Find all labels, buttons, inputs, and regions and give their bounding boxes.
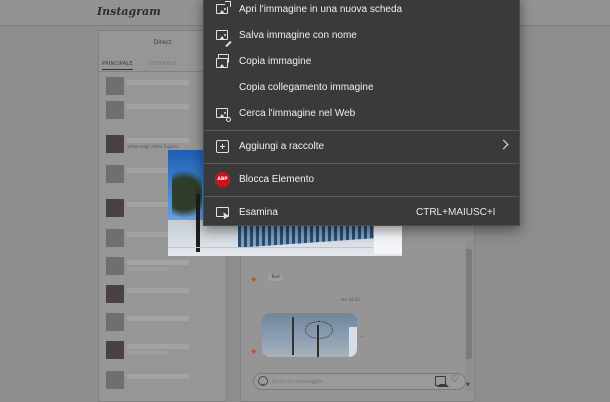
conversation-item[interactable]: [103, 339, 223, 361]
scroll-down-arrow-icon[interactable]: ▼: [466, 382, 470, 388]
avatar: [106, 257, 124, 275]
chevron-right-icon: [498, 139, 509, 150]
search-image-icon: [216, 107, 231, 122]
like-heart-icon[interactable]: ♡: [450, 374, 459, 386]
avatar: [106, 165, 124, 183]
avatar: [106, 313, 124, 331]
collections-icon: [216, 140, 229, 153]
message-input[interactable]: [272, 377, 422, 387]
menu-item-block-element[interactable]: ABP Blocca Elemento: [204, 167, 519, 193]
avatar: [106, 101, 124, 119]
avatar: [106, 77, 124, 95]
avatar: [106, 341, 124, 359]
adblock-plus-icon: ABP: [215, 172, 230, 187]
menu-item-search-image-web[interactable]: Cerca l'immagine nel Web: [204, 101, 519, 127]
more-options-icon[interactable]: ···: [360, 334, 365, 340]
message-composer: ♡: [253, 373, 466, 390]
emoji-icon[interactable]: [258, 376, 268, 386]
message-bubble: Test: [268, 274, 283, 281]
scrollbar-thumb[interactable]: [466, 249, 472, 359]
avatar: [106, 229, 124, 247]
conversation-item[interactable]: [103, 283, 223, 305]
keyboard-shortcut: CTRL+MAIUSC+I: [416, 207, 496, 218]
menu-item-save-image[interactable]: Salva immagine con nome: [204, 23, 519, 49]
menu-item-open-image-new-tab[interactable]: Apri l'immagine in una nuova scheda: [204, 0, 519, 23]
instagram-logo[interactable]: Instagram: [97, 5, 161, 18]
menu-item-copy-image-link[interactable]: Copia collegamento immagine: [204, 75, 519, 101]
conversation-status: attiva negli ultimi 2 giorni: [127, 144, 179, 149]
conversation-item[interactable]: [103, 369, 223, 391]
avatar: [106, 135, 124, 153]
copy-image-icon: [216, 54, 229, 68]
context-menu: Apri l'immagine in una nuova scheda Salv…: [203, 0, 520, 226]
menu-separator: [204, 196, 519, 197]
menu-separator: [204, 130, 519, 131]
conversation-item[interactable]: [103, 311, 223, 333]
inspect-icon: [216, 206, 230, 220]
reaction-heart-icon: ♥: [251, 277, 257, 284]
tab-principale[interactable]: PRINCIPALE: [102, 61, 133, 70]
menu-item-inspect[interactable]: Esamina CTRL+MAIUSC+I: [204, 200, 519, 226]
menu-item-add-to-collections[interactable]: Aggiungi a raccolte: [204, 134, 519, 160]
menu-separator: [204, 163, 519, 164]
message-timestamp: ieri 18:41: [341, 297, 361, 302]
save-image-icon: [216, 29, 232, 48]
attach-image-icon[interactable]: [435, 376, 449, 387]
chat-scrollbar[interactable]: ▼: [465, 241, 473, 391]
avatar: [106, 285, 124, 303]
open-image-new-tab-icon: [216, 1, 231, 16]
avatar: [106, 371, 124, 389]
avatar: [106, 199, 124, 217]
tab-generale[interactable]: GENERALE: [148, 61, 176, 67]
conversation-item[interactable]: [103, 255, 223, 277]
menu-item-copy-image[interactable]: Copia immagine: [204, 49, 519, 75]
reaction-heart-icon: ♥: [251, 349, 257, 356]
sent-image-thumbnail[interactable]: [262, 313, 357, 357]
